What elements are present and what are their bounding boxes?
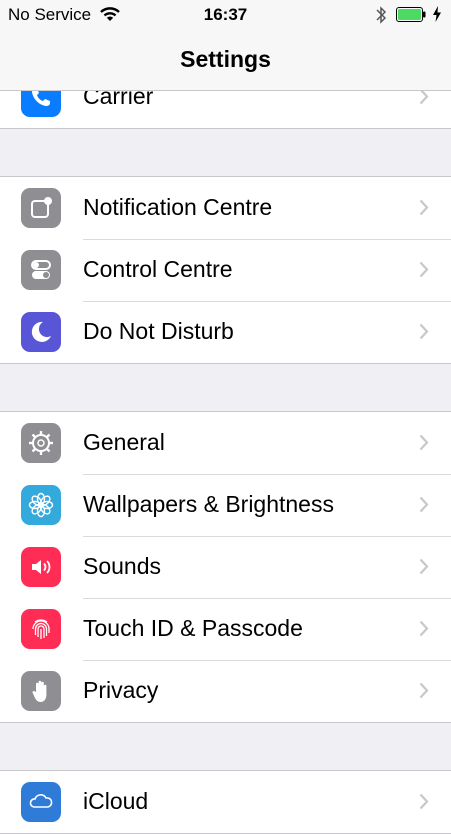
settings-row-label: Touch ID & Passcode: [83, 615, 303, 641]
notification-centre-icon: [21, 188, 61, 228]
settings-group-icloud: iCloud: [0, 770, 451, 834]
settings-row-general[interactable]: General: [0, 412, 451, 474]
settings-group-notifications: Notification Centre Control Centre Do No…: [0, 176, 451, 364]
chevron-right-icon: [419, 620, 429, 637]
settings-row-notification-centre[interactable]: Notification Centre: [0, 177, 451, 239]
settings-row-label: Wallpapers & Brightness: [83, 491, 334, 517]
chevron-right-icon: [419, 434, 429, 451]
settings-row-sounds[interactable]: Sounds: [0, 536, 451, 598]
chevron-right-icon: [419, 199, 429, 216]
chevron-right-icon: [419, 682, 429, 699]
settings-row-label: Sounds: [83, 553, 162, 579]
chevron-right-icon: [419, 558, 429, 575]
settings-row-label: General: [83, 429, 165, 455]
gear-icon: [21, 423, 61, 463]
fingerprint-icon: [21, 609, 61, 649]
header: No Service 16:37 Settings: [0, 0, 451, 91]
settings-row-label: Privacy: [83, 677, 159, 703]
chevron-right-icon: [419, 496, 429, 513]
charging-bolt-icon: [433, 6, 441, 22]
settings-row-label: iCloud: [83, 788, 149, 814]
settings-row-label: Do Not Disturb: [83, 318, 234, 344]
battery-icon: [396, 7, 426, 22]
settings-row-privacy[interactable]: Privacy: [0, 660, 451, 722]
status-bar: No Service 16:37: [0, 0, 451, 30]
settings-row-wallpapers-brightness[interactable]: Wallpapers & Brightness: [0, 474, 451, 536]
flower-icon: [21, 485, 61, 525]
settings-row-control-centre[interactable]: Control Centre: [0, 239, 451, 301]
settings-row-touch-id-passcode[interactable]: Touch ID & Passcode: [0, 598, 451, 660]
settings-row-icloud[interactable]: iCloud: [0, 771, 451, 833]
cloud-icon: [21, 782, 61, 822]
moon-icon: [21, 312, 61, 352]
page-title: Settings: [180, 46, 271, 72]
chevron-right-icon: [419, 793, 429, 810]
settings-row-label: Control Centre: [83, 256, 233, 282]
control-centre-icon: [21, 250, 61, 290]
settings-row-do-not-disturb[interactable]: Do Not Disturb: [0, 301, 451, 363]
settings-row-label: Notification Centre: [83, 194, 273, 220]
hand-icon: [21, 671, 61, 711]
chevron-right-icon: [419, 261, 429, 278]
speaker-icon: [21, 547, 61, 587]
chevron-right-icon: [419, 323, 429, 340]
settings-group-general: General Wallpapers & Brightness Sounds T…: [0, 411, 451, 723]
bluetooth-icon: [376, 6, 387, 24]
